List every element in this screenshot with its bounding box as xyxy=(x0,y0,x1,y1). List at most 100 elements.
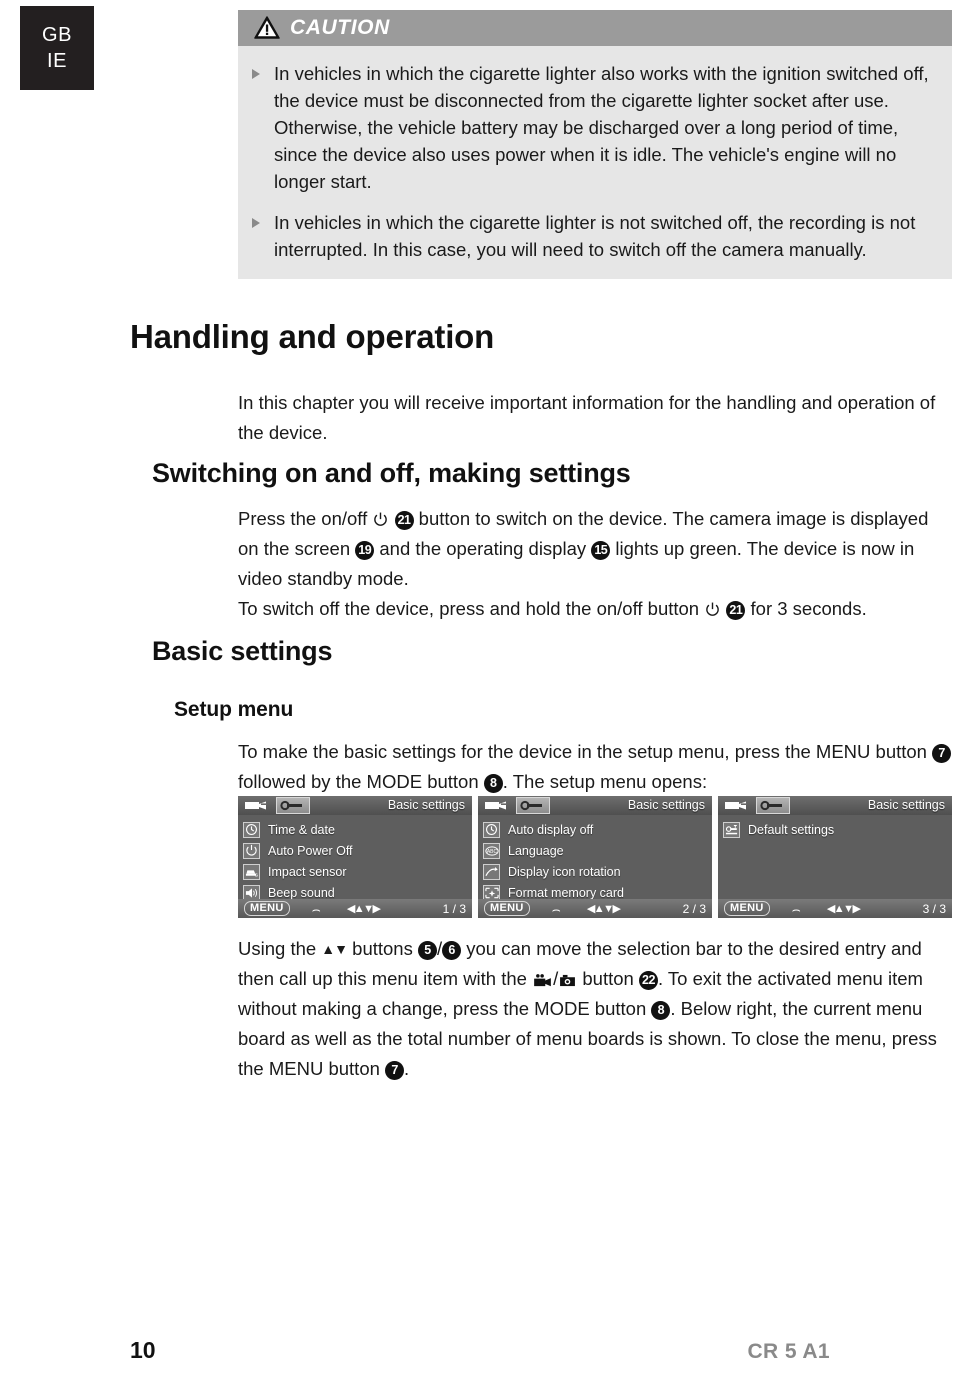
menu-item-time-date[interactable]: Time & date xyxy=(243,820,472,839)
default-settings-icon xyxy=(723,821,740,838)
tab-wrench[interactable] xyxy=(276,797,310,814)
tab-camcorder[interactable] xyxy=(720,797,754,814)
menu-item-display-icon-rotation[interactable]: Display icon rotation xyxy=(483,862,712,881)
closing-text-a: Using the xyxy=(238,938,317,959)
clock-icon xyxy=(483,821,500,838)
menu-item-label: Language xyxy=(508,843,564,858)
wrench-icon xyxy=(520,800,542,811)
menu-item-default-settings[interactable]: Default settings xyxy=(723,820,952,839)
setup-menu-screenshots: Basic settings Time & date Auto Power Of… xyxy=(238,796,954,918)
menu-button-pill[interactable]: MENU xyxy=(244,901,290,916)
clock-icon xyxy=(243,821,260,838)
power-symbol-icon xyxy=(374,512,388,526)
menu-item-label: Time & date xyxy=(268,822,335,837)
caution-item-text: In vehicles in which the cigarette light… xyxy=(274,63,929,192)
menu-screen-3: Basic settings Default settings MENU ⌢ ◀… xyxy=(718,796,952,918)
menu-topbar: Basic settings xyxy=(718,796,952,815)
camcorder-icon xyxy=(245,801,267,810)
menu-screen-1: Basic settings Time & date Auto Power Of… xyxy=(238,796,472,918)
menu-item-list: Default settings xyxy=(718,815,952,839)
reference-badge-8: 8 xyxy=(483,774,503,793)
heading-basic-settings: Basic settings xyxy=(152,636,333,666)
reference-badge-7: 7 xyxy=(385,1061,405,1080)
menu-item-auto-power-off[interactable]: Auto Power Off xyxy=(243,841,472,860)
camcorder-icon xyxy=(534,974,551,987)
reference-badge-8: 8 xyxy=(651,1001,671,1020)
menu-screen-2: Basic settings Auto display off ABC Lang… xyxy=(478,796,712,918)
menu-item-label: Display icon rotation xyxy=(508,864,621,879)
country-code-tab: GB IE xyxy=(20,6,94,90)
svg-text:G: G xyxy=(254,872,258,877)
abc-language-icon: ABC xyxy=(483,842,500,859)
tab-camcorder[interactable] xyxy=(480,797,514,814)
country-code-gb: GB xyxy=(42,24,72,46)
back-arrow-icon[interactable]: ⌢ xyxy=(792,902,801,916)
reference-badge-19: 19 xyxy=(355,541,375,560)
camcorder-icon xyxy=(725,801,747,810)
caution-item-text: In vehicles in which the cigarette light… xyxy=(274,212,916,260)
reference-badge-15: 15 xyxy=(591,541,611,560)
menu-item-label: Auto display off xyxy=(508,822,594,837)
reference-badge-7: 7 xyxy=(932,744,952,763)
caution-list-item: In vehicles in which the cigarette light… xyxy=(252,209,934,263)
triangle-bullet-icon xyxy=(252,60,274,195)
caution-box: CAUTION In vehicles in which the cigaret… xyxy=(238,10,952,279)
caution-list-item: In vehicles in which the cigarette light… xyxy=(252,60,934,195)
switch-off-text-b: for 3 seconds. xyxy=(750,598,867,619)
switch-on-text-c: and the operating display xyxy=(379,538,587,559)
switch-off-text-a: To switch off the device, press and hold… xyxy=(238,598,700,619)
reference-badge-6: 6 xyxy=(442,941,462,960)
paragraph-menu-navigation: Using the ▲▼ buttons 5/6 you can move th… xyxy=(238,934,954,1084)
camcorder-icon xyxy=(485,801,507,810)
warning-triangle-icon xyxy=(254,15,280,39)
menu-page-indicator: 2 / 3 xyxy=(682,901,706,916)
menu-bottombar: MENU ⌢ ◀▲▼▶ 1 / 3 xyxy=(238,899,472,918)
tab-camcorder[interactable] xyxy=(240,797,274,814)
paragraph-setup-menu: To make the basic settings for the devic… xyxy=(238,737,954,797)
dpad-arrows-icon[interactable]: ◀▲▼▶ xyxy=(347,902,381,915)
menu-item-label: Auto Power Off xyxy=(268,843,353,858)
menu-page-indicator: 3 / 3 xyxy=(922,901,946,916)
dpad-arrows-icon[interactable]: ◀▲▼▶ xyxy=(587,902,621,915)
reference-badge-22: 22 xyxy=(638,971,658,990)
menu-item-label: Format memory card xyxy=(508,885,624,900)
setup-text-b: followed by the MODE button xyxy=(238,771,479,792)
heading-handling-and-operation: Handling and operation xyxy=(130,318,495,355)
menu-button-pill[interactable]: MENU xyxy=(484,901,530,916)
closing-text-g: . xyxy=(404,1058,410,1079)
menu-item-impact-sensor[interactable]: G Impact sensor xyxy=(243,862,472,881)
menu-topbar: Basic settings xyxy=(238,796,472,815)
reference-badge-21: 21 xyxy=(394,511,414,530)
back-arrow-icon[interactable]: ⌢ xyxy=(312,902,321,916)
dpad-arrows-icon[interactable]: ◀▲▼▶ xyxy=(827,902,861,915)
power-symbol-icon xyxy=(706,602,719,616)
menu-screen-title: Basic settings xyxy=(387,798,465,812)
reference-badge-21: 21 xyxy=(726,601,746,620)
wrench-icon xyxy=(760,800,782,811)
wrench-icon xyxy=(280,800,302,811)
menu-screen-title: Basic settings xyxy=(627,798,705,812)
menu-item-list: Time & date Auto Power Off G Impact sens… xyxy=(238,815,472,902)
rotate-icon xyxy=(483,863,500,880)
menu-item-language[interactable]: ABC Language xyxy=(483,841,712,860)
menu-topbar: Basic settings xyxy=(478,796,712,815)
footer-model-name: CR 5 A1 xyxy=(747,1340,830,1363)
heading-switching-on-and-off: Switching on and off, making settings xyxy=(152,458,631,488)
closing-text-b: buttons xyxy=(352,938,413,959)
closing-text-d: button xyxy=(582,968,634,989)
menu-button-pill[interactable]: MENU xyxy=(724,901,770,916)
svg-text:ABC: ABC xyxy=(486,848,497,854)
setup-text-c: . The setup menu opens: xyxy=(502,771,708,792)
paragraph-switch-on: Press the on/off 21 button to switch on … xyxy=(238,504,954,594)
menu-item-auto-display-off[interactable]: Auto display off xyxy=(483,820,712,839)
tab-wrench[interactable] xyxy=(516,797,550,814)
back-arrow-icon[interactable]: ⌢ xyxy=(552,902,561,916)
tab-wrench[interactable] xyxy=(756,797,790,814)
triangle-bullet-icon xyxy=(252,209,274,263)
caution-body: In vehicles in which the cigarette light… xyxy=(238,46,952,279)
reference-badge-5: 5 xyxy=(417,941,437,960)
menu-page-indicator: 1 / 3 xyxy=(442,901,466,916)
menu-bottombar: MENU ⌢ ◀▲▼▶ 3 / 3 xyxy=(718,899,952,918)
heading-setup-menu: Setup menu xyxy=(174,698,294,721)
photo-camera-icon xyxy=(560,974,576,987)
